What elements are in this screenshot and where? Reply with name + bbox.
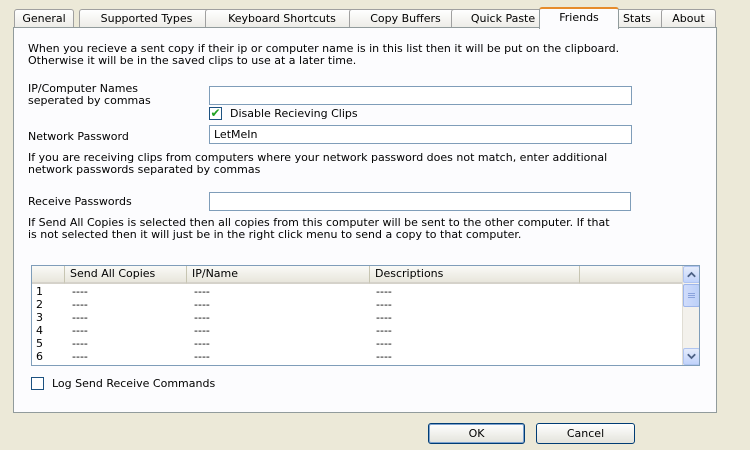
tab-copy-buffers[interactable]: Copy Buffers [349,9,462,28]
column-header-ip-name[interactable]: IP/Name [187,266,370,284]
row-description: ---- [376,350,392,363]
row-send-all-copies: ---- [72,311,88,324]
column-header-number[interactable] [32,266,65,284]
row-description: ---- [376,337,392,350]
checkmark-icon: ✔ [210,106,221,120]
row-send-all-copies: ---- [72,324,88,337]
row-number: 1 [36,285,43,298]
scroll-thumb[interactable] [683,284,699,307]
column-header-descriptions[interactable]: Descriptions [370,266,580,284]
scroll-grip-line [688,297,695,298]
row-number: 3 [36,311,43,324]
chevron-down-icon [687,353,696,360]
disable-receiving-checkbox[interactable]: ✔ [209,106,222,120]
row-ip-name: ---- [194,324,210,337]
receive-passwords-label: Receive Passwords [28,195,132,208]
row-ip-name: ---- [194,285,210,298]
row-ip-name: ---- [194,298,210,311]
row-description: ---- [376,311,392,324]
password-note-line2: network passwords separated by commas [28,163,261,176]
scroll-grip-line [688,295,695,296]
send-note-line2: is not selected then it will just be in … [28,228,522,241]
network-password-input[interactable]: LetMeIn [209,125,632,144]
scroll-up-button[interactable] [683,266,699,283]
row-number: 2 [36,298,43,311]
friends-panel: When you recieve a sent copy if their ip… [13,27,717,413]
scroll-grip-line [688,293,695,294]
disable-receiving-label: Disable Recieving Clips [230,107,358,120]
row-ip-name: ---- [194,337,210,350]
log-commands-checkbox[interactable] [31,377,44,390]
column-header-send-all-copies[interactable]: Send All Copies [65,266,187,284]
ip-names-label-line2: seperated by commas [28,94,151,107]
row-send-all-copies: ---- [72,285,88,298]
row-ip-name: ---- [194,350,210,363]
row-send-all-copies: ---- [72,350,88,363]
row-number: 6 [36,350,43,363]
log-commands-label: Log Send Receive Commands [52,377,216,390]
row-description: ---- [376,298,392,311]
chevron-up-icon [687,271,696,278]
tab-friends[interactable]: Friends [539,7,619,29]
tab-general[interactable]: General [14,9,74,28]
row-ip-name: ---- [194,311,210,324]
receive-passwords-input[interactable] [209,192,631,211]
row-number: 5 [36,337,43,350]
row-description: ---- [376,285,392,298]
friends-list[interactable]: Send All Copies IP/Name Descriptions 1 -… [31,265,700,366]
network-password-label: Network Password [28,130,129,143]
scroll-down-button[interactable] [683,348,699,365]
row-number: 4 [36,324,43,337]
ip-names-input[interactable] [209,86,632,105]
list-vertical-scrollbar[interactable] [682,266,699,365]
tab-supported-types[interactable]: Supported Types [79,9,214,28]
column-header-extra[interactable] [580,266,683,284]
intro-text-line2: Otherwise it will be in the saved clips … [28,54,357,67]
row-send-all-copies: ---- [72,298,88,311]
tab-keyboard-shortcuts[interactable]: Keyboard Shortcuts [205,9,359,28]
row-send-all-copies: ---- [72,337,88,350]
cancel-button[interactable]: Cancel [536,423,635,444]
tab-about[interactable]: About [661,9,716,28]
row-description: ---- [376,324,392,337]
ok-button[interactable]: OK [428,423,525,444]
